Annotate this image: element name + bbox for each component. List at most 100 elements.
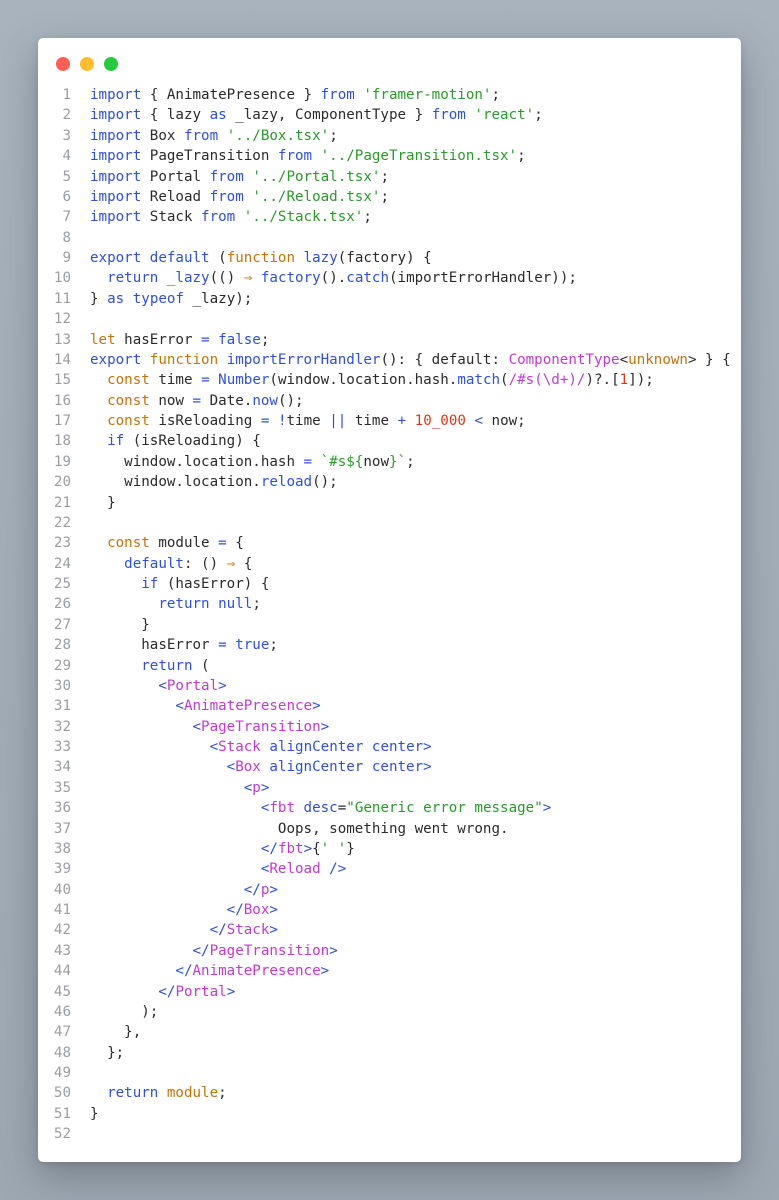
line-source: if (hasError) {: [71, 574, 269, 594]
line-number: 2: [62, 107, 71, 124]
code-token: >: [320, 718, 330, 735]
code-token: >: [269, 922, 278, 939]
code-token: hasError: [90, 637, 219, 654]
code-token: const: [107, 413, 150, 429]
code-token: ⇒: [226, 555, 236, 572]
line-number: 10: [53, 270, 71, 287]
code-token: '../PageTransition.tsx': [320, 148, 518, 165]
code-window: 1 import { AnimatePresence } from 'framer…: [38, 38, 741, 1162]
code-token: Stack: [218, 739, 261, 755]
line-source: export function importErrorHandler(): { …: [71, 350, 731, 370]
minimize-window-button[interactable]: [80, 57, 94, 71]
code-token: from: [201, 209, 236, 226]
code-line: 31 <AnimatePresence>: [38, 696, 741, 716]
code-token: <: [209, 739, 219, 755]
code-token: (hasError) {: [158, 576, 270, 592]
code-token: }: [90, 290, 108, 307]
code-line: 37 Oops, something went wrong.: [38, 819, 741, 839]
code-line: 10 return _lazy(() ⇒ factory().catch(imp…: [38, 268, 741, 288]
code-token: >: [329, 942, 338, 959]
code-token: Portal: [141, 168, 210, 185]
code-token: import: [90, 107, 142, 124]
code-token: <: [226, 759, 236, 776]
code-token: Reload: [269, 861, 321, 878]
line-number: 32: [53, 718, 71, 735]
line-source: return (: [71, 656, 209, 676]
line-source: window.location.hash = `#s${now}`;: [71, 452, 414, 472]
code-token: reload: [260, 474, 313, 491]
close-window-button[interactable]: [56, 57, 70, 71]
code-line: 33 <Stack alignCenter center>: [38, 737, 741, 757]
line-number: 7: [62, 209, 71, 226]
code-line: 41 </Box>: [38, 900, 741, 920]
line-source: </PageTransition>: [71, 941, 338, 961]
code-token: </: [175, 963, 193, 980]
code-token: if: [141, 576, 159, 592]
line-number: 22: [53, 514, 71, 531]
line-number: 17: [53, 413, 71, 429]
code-token: (): { default:: [380, 351, 509, 368]
line-source: } as typeof _lazy);: [71, 289, 252, 309]
code-token: >: [269, 881, 278, 898]
code-line: 43 </PageTransition>: [38, 941, 741, 961]
line-number: 3: [62, 127, 71, 144]
code-line: 15 const time = Number(window.location.h…: [38, 370, 741, 390]
code-token: typeof: [132, 290, 184, 307]
code-line: 11} as typeof _lazy);: [38, 289, 741, 309]
code-token: function: [226, 250, 296, 266]
line-number: 38: [53, 840, 71, 857]
line-source: </fbt>{' '}: [71, 839, 355, 859]
line-number: 52: [53, 1126, 71, 1143]
line-source: [71, 513, 90, 533]
code-line: 23 const module = {: [38, 533, 741, 553]
code-token: time: [346, 413, 398, 429]
code-token: >: [320, 963, 330, 980]
code-token: ;: [329, 127, 338, 144]
code-token: { AnimatePresence }: [141, 87, 321, 103]
code-token: =: [201, 372, 210, 389]
code-line: 13 let hasError = false;: [38, 330, 741, 350]
code-token: <: [175, 698, 184, 715]
line-source: <p>: [71, 778, 270, 798]
code-line: 22: [38, 513, 741, 533]
code-token: '../Reload.tsx': [252, 188, 381, 205]
code-line: 38 </fbt>{' '}: [38, 839, 741, 859]
code-token: : (): [183, 555, 227, 572]
line-number: 19: [53, 453, 71, 470]
code-token: (window.location.hash.: [269, 372, 458, 389]
line-number: 6: [62, 188, 71, 205]
code-token: return: [158, 596, 210, 613]
line-number: 16: [53, 392, 71, 409]
maximize-window-button[interactable]: [104, 57, 118, 71]
code-token: </: [243, 881, 261, 898]
line-number: 13: [53, 331, 71, 348]
code-line: 26 return null;: [38, 594, 741, 614]
code-token: alignCenter center: [260, 739, 424, 755]
line-number: 1: [62, 87, 71, 103]
code-token: "Generic error message": [346, 800, 543, 817]
code-token: now: [149, 392, 193, 409]
code-token: factory: [260, 270, 321, 287]
code-token: {: [312, 840, 321, 857]
code-token: ;: [380, 168, 389, 185]
code-token: {: [235, 555, 253, 572]
code-line: 44 </AnimatePresence>: [38, 961, 741, 981]
code-token: >: [260, 779, 270, 796]
code-token: from: [277, 148, 313, 165]
code-token: '../Portal.tsx': [252, 168, 381, 185]
code-token: }: [90, 616, 150, 633]
line-source: }: [71, 1104, 99, 1124]
code-token: Stack: [141, 209, 202, 226]
line-number: 27: [53, 616, 71, 633]
